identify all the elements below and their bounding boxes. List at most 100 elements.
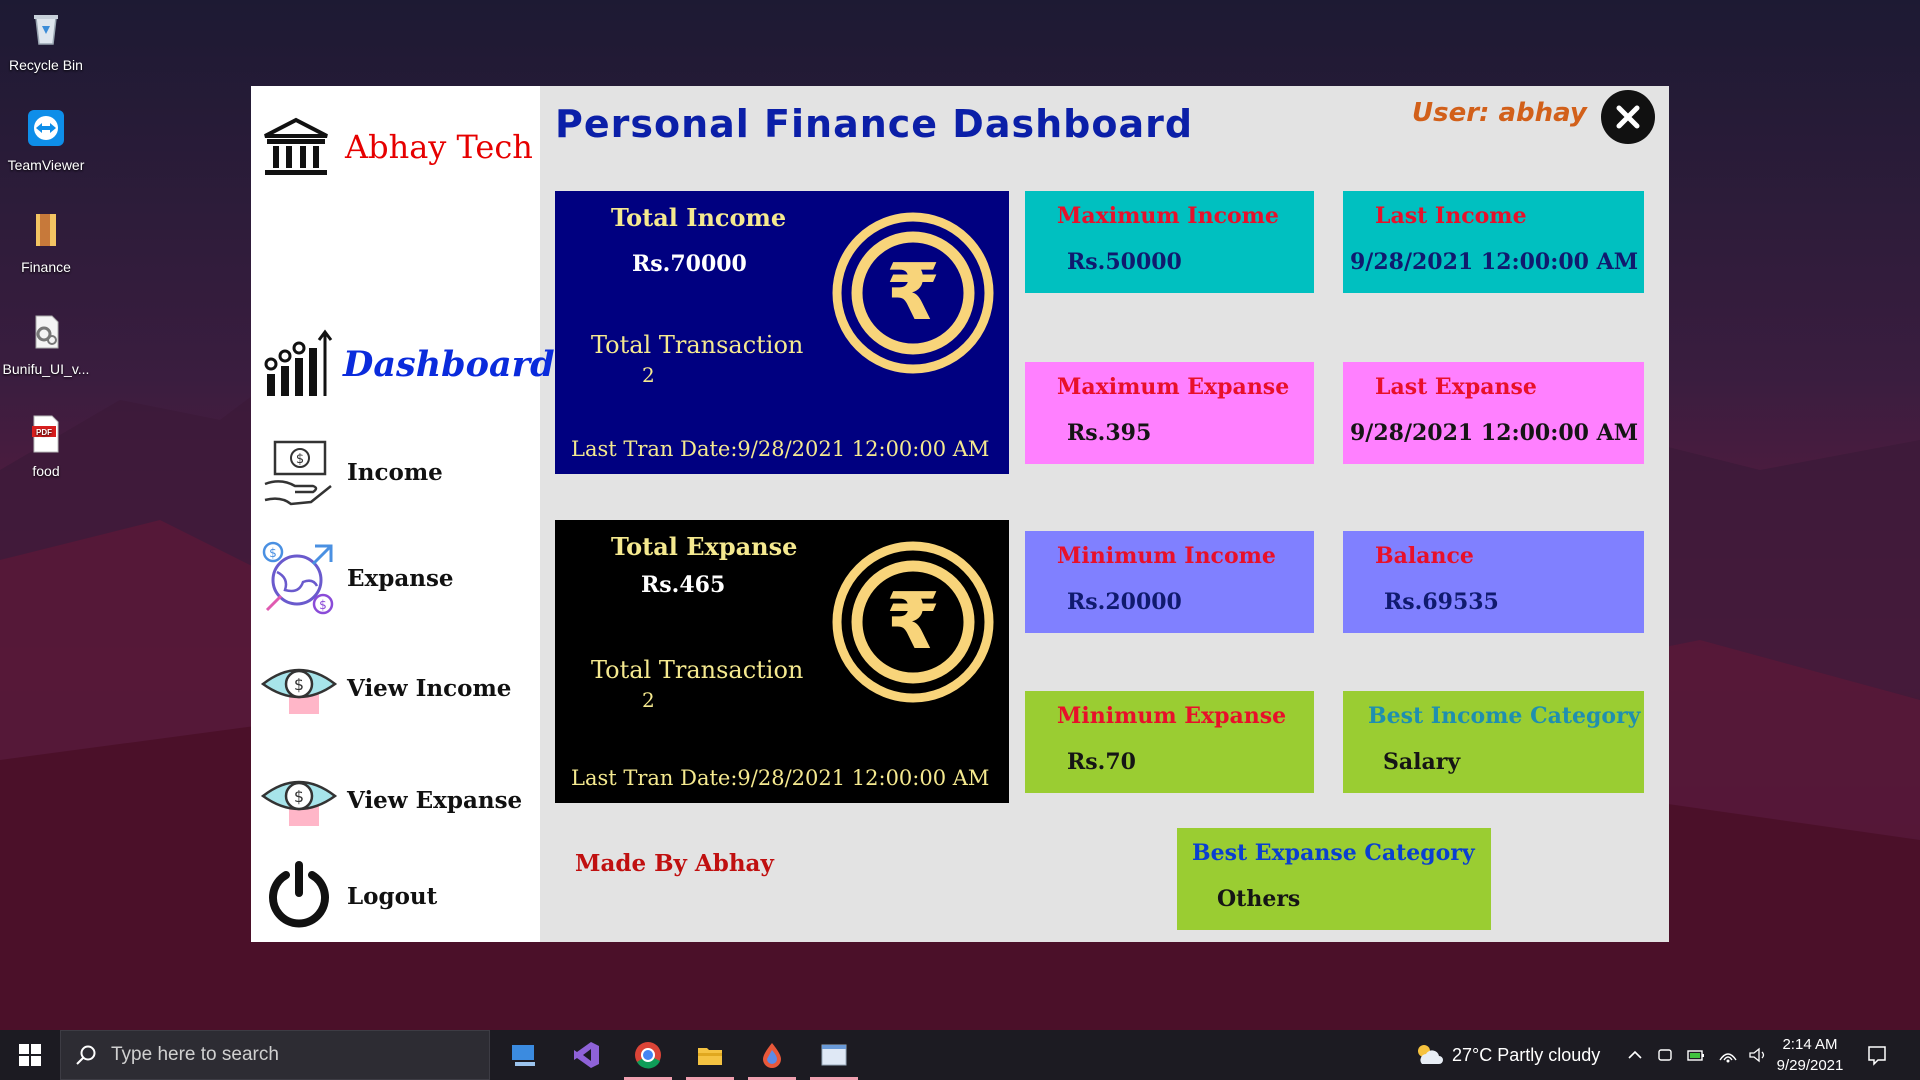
- system-tray: [1626, 1030, 1768, 1080]
- svg-text:$: $: [294, 787, 304, 806]
- sidebar-item-view-expanse[interactable]: $ View Expanse: [259, 760, 522, 840]
- power-icon: [269, 861, 329, 928]
- chevron-up-icon[interactable]: [1626, 1046, 1644, 1064]
- eye-dollar-icon: $: [260, 780, 338, 826]
- sidebar-item-label: View Expanse: [347, 786, 523, 814]
- svg-text:₹: ₹: [886, 577, 940, 667]
- last-expanse-value: 9/28/2021 12:00:00 AM: [1350, 420, 1639, 446]
- balance-card: Balance Rs.69535: [1343, 531, 1644, 633]
- start-button[interactable]: [0, 1030, 60, 1080]
- rupee-coin-icon: ₹: [832, 541, 994, 703]
- notification-center-button[interactable]: [1866, 1030, 1888, 1080]
- min-income-label: Minimum Income: [1057, 543, 1276, 569]
- last-income-label: Last Income: [1375, 203, 1527, 229]
- best-expanse-category-card: Best Expanse Category Others: [1177, 828, 1491, 930]
- balance-label: Balance: [1375, 543, 1474, 569]
- best-expanse-category-value: Others: [1217, 886, 1301, 912]
- svg-text:$: $: [296, 452, 304, 467]
- desktop-icon-label: Recycle Bin: [9, 57, 83, 73]
- bar-chart-icon: [264, 329, 333, 396]
- brand: Abhay Tech: [261, 116, 533, 178]
- dashboard-main: Personal Finance Dashboard User: abhay T…: [540, 86, 1669, 942]
- taskbar-clock[interactable]: 2:14 AM 9/29/2021: [1760, 1034, 1860, 1076]
- last-income-value: 9/28/2021 12:00:00 AM: [1350, 249, 1639, 275]
- taskbar-search[interactable]: Type here to search: [60, 1030, 490, 1080]
- max-income-label: Maximum Income: [1057, 203, 1279, 229]
- sidebar-item-label: Dashboard: [343, 343, 555, 385]
- battery-icon[interactable]: [1686, 1046, 1706, 1064]
- total-expanse-card: Total Expanse Rs.465 Total Transaction 2…: [555, 520, 1009, 803]
- visual-studio-icon: [574, 1042, 599, 1068]
- min-expanse-card: Minimum Expanse Rs.70: [1025, 691, 1314, 793]
- max-expanse-label: Maximum Expanse: [1057, 374, 1290, 400]
- sidebar-item-expanse[interactable]: $ $ Expanse: [259, 538, 454, 618]
- settings-file-icon: [35, 315, 59, 349]
- last-income-card: Last Income 9/28/2021 12:00:00 AM: [1343, 191, 1644, 293]
- sidebar-item-label: Income: [347, 458, 443, 486]
- income-transaction-count: 2: [642, 363, 655, 387]
- windows-icon: [19, 1044, 41, 1066]
- clock-time: 2:14 AM: [1782, 1036, 1838, 1053]
- taskbar-app-window[interactable]: [806, 1030, 862, 1080]
- sidebar-item-view-income[interactable]: $ View Income: [259, 648, 511, 728]
- sidebar-item-dashboard[interactable]: Dashboard: [259, 324, 555, 404]
- total-expanse-label: Total Expanse: [611, 532, 798, 561]
- best-income-category-value: Salary: [1383, 749, 1461, 775]
- close-icon: [1616, 105, 1640, 129]
- pdf-icon: PDF: [32, 415, 59, 453]
- svg-text:$: $: [319, 598, 327, 612]
- min-expanse-label: Minimum Expanse: [1057, 703, 1287, 729]
- taskbar-app-paint[interactable]: [744, 1030, 800, 1080]
- desktop-icon-bunifu[interactable]: Bunifu_UI_v...: [0, 312, 92, 377]
- best-income-category-card: Best Income Category Salary: [1343, 691, 1644, 793]
- svg-text:PDF: PDF: [36, 428, 52, 437]
- total-income-value: Rs.70000: [632, 251, 747, 277]
- page-title: Personal Finance Dashboard: [555, 102, 1194, 146]
- notification-icon: [1868, 1046, 1886, 1066]
- finance-app-window: Abhay Tech Dashboard $ Income $ $ Expans…: [251, 86, 1669, 942]
- app-window-icon: [821, 1044, 847, 1066]
- max-income-value: Rs.50000: [1067, 249, 1182, 275]
- expanse-last-date: Last Tran Date:9/28/2021 12:00:00 AM: [571, 766, 990, 790]
- max-expanse-value: Rs.395: [1067, 420, 1152, 446]
- sidebar-item-logout[interactable]: Logout: [259, 856, 437, 936]
- desktop-icon-food[interactable]: PDF food: [0, 414, 92, 479]
- close-button[interactable]: [1601, 90, 1655, 144]
- clock-date: 9/29/2021: [1776, 1057, 1844, 1074]
- meet-now-icon[interactable]: [1656, 1046, 1674, 1064]
- expanse-transaction-label: Total Transaction: [591, 656, 804, 684]
- brand-name: Abhay Tech: [345, 128, 533, 166]
- svg-text:$: $: [269, 546, 277, 560]
- desktop-icon-finance[interactable]: Finance: [0, 210, 92, 275]
- taskbar-app-explorer-pin[interactable]: [496, 1030, 552, 1080]
- taskbar: Type here to search 27°C Partly cloudy 2…: [0, 1030, 1920, 1080]
- best-income-category-label: Best Income Category: [1368, 703, 1641, 729]
- min-income-card: Minimum Income Rs.20000: [1025, 531, 1314, 633]
- svg-text:$: $: [294, 675, 304, 694]
- search-icon: [76, 1045, 96, 1065]
- last-expanse-card: Last Expanse 9/28/2021 12:00:00 AM: [1343, 362, 1644, 464]
- weather-widget[interactable]: 27°C Partly cloudy: [1414, 1030, 1600, 1080]
- taskbar-app-file-explorer[interactable]: [682, 1030, 738, 1080]
- desktop-icon-label: food: [32, 463, 60, 479]
- bank-icon: [264, 117, 328, 175]
- taskbar-app-chrome[interactable]: [620, 1030, 676, 1080]
- wifi-icon[interactable]: [1718, 1046, 1738, 1064]
- sidebar-item-label: Logout: [347, 882, 438, 910]
- desktop-icon-recycle-bin[interactable]: Recycle Bin: [0, 8, 92, 73]
- user-label: User: abhay: [1412, 98, 1587, 128]
- sidebar-item-label: Expanse: [347, 564, 454, 592]
- globe-money-icon: $ $: [262, 541, 334, 615]
- desktop-icon-teamviewer[interactable]: TeamViewer: [0, 108, 92, 173]
- last-expanse-label: Last Expanse: [1375, 374, 1537, 400]
- sidebar-item-label: View Income: [347, 674, 512, 702]
- total-income-label: Total Income: [611, 203, 787, 232]
- desktop-icon-label: Finance: [21, 259, 71, 275]
- income-last-date: Last Tran Date:9/28/2021 12:00:00 AM: [571, 437, 990, 461]
- folder-icon: [698, 1048, 722, 1065]
- recycle-bin-icon: [34, 15, 58, 45]
- chrome-icon: [635, 1042, 661, 1069]
- taskbar-app-visual-studio[interactable]: [558, 1030, 614, 1080]
- max-income-card: Maximum Income Rs.50000: [1025, 191, 1314, 293]
- sidebar-item-income[interactable]: $ Income: [259, 432, 443, 512]
